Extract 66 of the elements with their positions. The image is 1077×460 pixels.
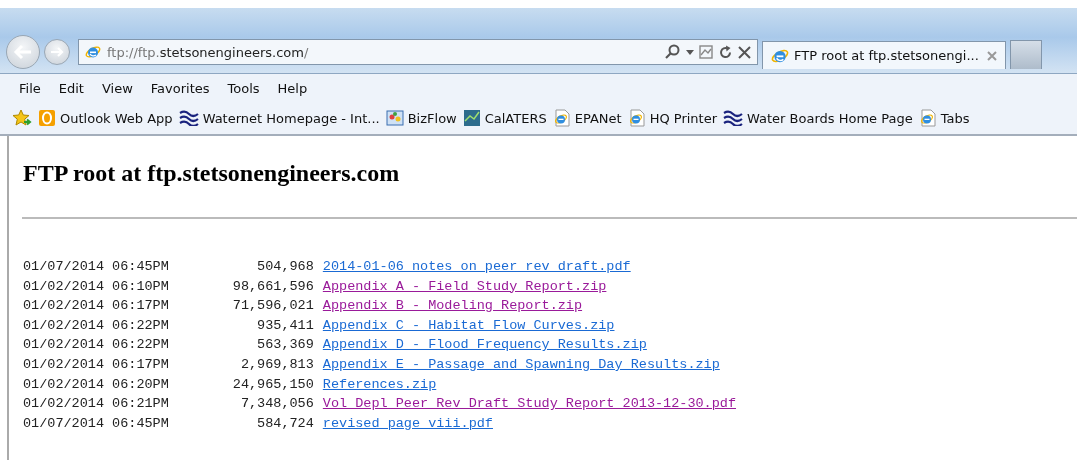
file-link[interactable]: Appendix E - Passage and Spawning Day Results.zip	[322, 354, 720, 375]
file-size: 24,965,150	[231, 375, 314, 394]
file-link[interactable]: Appendix C - Habitat Flow Curves.zip	[322, 315, 615, 336]
file-date: 01/02/2014 06:17PM	[23, 297, 169, 316]
new-tab-button[interactable]	[1010, 40, 1042, 69]
file-link[interactable]: revised page viii.pdf	[322, 413, 493, 434]
menu-item[interactable]: File	[10, 80, 50, 96]
file-date: 01/02/2014 06:20PM	[23, 375, 169, 394]
file-date: 01/02/2014 06:22PM	[23, 336, 169, 355]
ie-page-icon	[627, 109, 646, 127]
file-link[interactable]: Appendix A - Field Study Report.zip	[322, 276, 607, 297]
file-size: 584,724	[256, 414, 314, 433]
file-date: 01/02/2014 06:17PM	[23, 355, 169, 374]
ie-page-icon	[918, 109, 937, 127]
file-size: 2,969,813	[239, 355, 314, 374]
favorites-star-icon[interactable]	[12, 109, 32, 127]
file-date: 01/02/2014 06:21PM	[23, 395, 169, 414]
network-icon	[385, 109, 404, 127]
file-date: 01/07/2014 06:45PM	[23, 258, 169, 276]
back-arrow-icon	[13, 44, 33, 60]
file-size: 563,369	[256, 336, 314, 355]
menu-item[interactable]: Tools	[218, 80, 269, 96]
file-size: 71,596,021	[231, 297, 314, 316]
favorites-link[interactable]: Outlook Web App	[38, 109, 173, 127]
favorites-link[interactable]: CalATERS	[462, 109, 547, 127]
file-link[interactable]: 2014-01-06 notes on peer rev draft.pdf	[322, 257, 631, 277]
menu-item[interactable]: Help	[268, 80, 317, 96]
chart-icon	[462, 109, 481, 127]
search-icon[interactable]	[665, 44, 681, 60]
wave-icon	[723, 110, 744, 126]
menu-item[interactable]: View	[92, 80, 142, 96]
file-date: 01/02/2014 06:10PM	[23, 277, 169, 296]
file-size: 504,968	[256, 258, 314, 276]
close-icon[interactable]	[738, 45, 751, 59]
forward-arrow-icon	[50, 46, 64, 58]
file-size: 98,661,596	[231, 277, 314, 296]
file-link[interactable]: Vol Depl Peer Rev Draft Study Report 2013-12-30.pdf	[322, 394, 736, 414]
favorites-link[interactable]: EPANet	[552, 109, 622, 127]
favorites-link[interactable]: Waternet Homepage - Int...	[178, 110, 380, 126]
file-date: 01/02/2014 06:22PM	[23, 316, 169, 335]
favorites-link[interactable]: BizFlow	[385, 109, 457, 127]
favorites-link[interactable]: HQ Printer	[627, 109, 718, 127]
menu-item[interactable]: Edit	[49, 80, 93, 96]
file-size: 935,411	[256, 316, 314, 335]
address-bar[interactable]: ftp://ftp.stetsonengineers.com/	[78, 39, 758, 65]
outlook-icon	[38, 109, 56, 127]
favorites-link[interactable]: Tabs	[918, 109, 970, 127]
tab-title: FTP root at ftp.stetsonengi...	[794, 48, 980, 63]
back-button[interactable]	[6, 35, 40, 69]
page-heading: FTP root at ftp.stetsonengineers.com	[23, 160, 401, 187]
file-link[interactable]: Appendix B - Modeling Report.zip	[322, 296, 583, 316]
file-size: 7,348,056	[239, 395, 314, 414]
menu-item[interactable]: Favorites	[141, 80, 219, 96]
caret-icon[interactable]	[686, 49, 694, 55]
browser-tab[interactable]: FTP root at ftp.stetsonengi...	[762, 41, 1006, 69]
file-link[interactable]: References.zip	[322, 374, 437, 395]
refresh-icon[interactable]	[718, 44, 733, 60]
ie-page-icon	[552, 109, 571, 127]
ie-logo-icon	[85, 44, 101, 60]
forward-button[interactable]	[44, 39, 70, 65]
file-link[interactable]: Appendix D - Flood Frequency Results.zip	[322, 335, 647, 355]
wave-icon	[178, 110, 199, 126]
file-date: 01/07/2014 06:45PM	[23, 414, 169, 433]
compatibility-icon[interactable]	[699, 45, 713, 59]
favorites-link[interactable]: Water Boards Home Page	[723, 110, 913, 126]
url-text: ftp://ftp.stetsonengineers.com/	[107, 44, 310, 60]
